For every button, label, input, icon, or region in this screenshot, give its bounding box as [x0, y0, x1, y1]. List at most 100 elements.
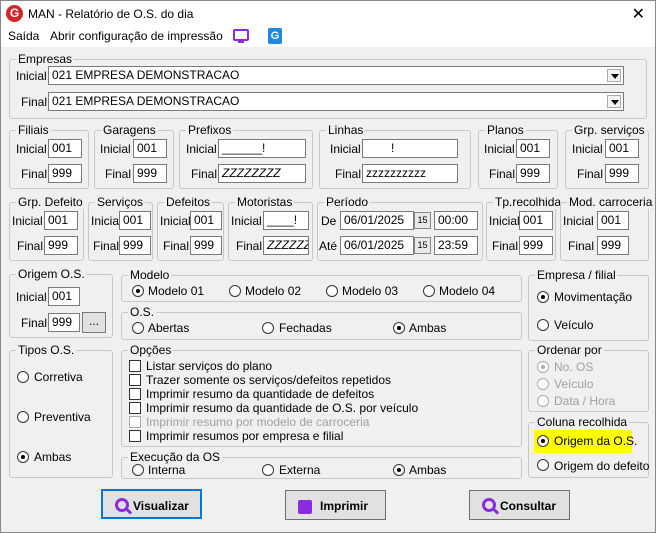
defeitos-final-input[interactable]: 999: [190, 236, 222, 255]
monitor-icon[interactable]: [233, 29, 249, 43]
tp-recolhida-final-input[interactable]: 999: [519, 236, 553, 255]
globus-icon[interactable]: G: [268, 28, 282, 44]
tipos-os-corretiva-label[interactable]: Corretiva: [34, 370, 83, 384]
servicos-legend: Serviços: [95, 195, 146, 209]
empresa-filial-movimentacao-label[interactable]: Movimentação: [554, 290, 632, 304]
grp-defeito-final-label: Final: [17, 239, 44, 253]
grp-servicos-final-input[interactable]: 999: [605, 164, 639, 183]
origem-os-final-input[interactable]: 999: [48, 313, 80, 332]
coluna-origem-os-label[interactable]: Origem da O.S.: [554, 434, 637, 448]
opcao-listar-servicos-label[interactable]: Listar serviços do plano: [146, 359, 272, 373]
empresa-final-combo[interactable]: 021 EMPRESA DEMONSTRACAO: [48, 92, 624, 111]
coluna-recolhida-legend: Coluna recolhida: [535, 415, 630, 429]
grp-defeito-final-input[interactable]: 999: [44, 236, 78, 255]
modelo-01-radio[interactable]: [132, 285, 144, 297]
os-fechadas-radio[interactable]: [262, 322, 274, 334]
execucao-ambas-label[interactable]: Ambas: [409, 463, 446, 477]
prefixos-inicial-input[interactable]: ______!: [218, 139, 306, 158]
modelo-02-label[interactable]: Modelo 02: [245, 284, 301, 298]
modelo-03-radio[interactable]: [326, 285, 338, 297]
empresa-filial-movimentacao-radio[interactable]: [537, 291, 549, 303]
os-abertas-label[interactable]: Abertas: [148, 321, 189, 335]
planos-final-input[interactable]: 999: [516, 164, 550, 183]
printer-icon: [298, 500, 312, 514]
garagens-final-input[interactable]: 999: [133, 164, 167, 183]
execucao-externa-radio[interactable]: [262, 464, 274, 476]
periodo-ate-time-input[interactable]: 23:59: [434, 236, 478, 255]
coluna-origem-defeito-label[interactable]: Origem do defeito: [554, 459, 649, 473]
close-icon[interactable]: ✕: [632, 4, 645, 24]
periodo-de-date-input[interactable]: 06/01/2025: [340, 211, 414, 230]
origem-os-inicial-input[interactable]: 001: [48, 287, 80, 306]
modelo-03-label[interactable]: Modelo 03: [342, 284, 398, 298]
coluna-origem-os-radio[interactable]: [537, 435, 549, 447]
filiais-inicial-input[interactable]: 001: [48, 139, 82, 158]
imprimir-button[interactable]: Imprimir: [285, 490, 386, 520]
execucao-interna-radio[interactable]: [132, 464, 144, 476]
modelo-04-radio[interactable]: [423, 285, 435, 297]
execucao-ambas-radio[interactable]: [393, 464, 405, 476]
tipos-os-ambas-label[interactable]: Ambas: [34, 450, 71, 464]
execucao-externa-label[interactable]: Externa: [279, 463, 320, 477]
calendar-icon[interactable]: 15: [414, 212, 431, 229]
grp-servicos-final-label: Final: [577, 167, 604, 181]
empresa-filial-veiculo-label[interactable]: Veículo: [554, 318, 593, 332]
prefixos-final-input[interactable]: ZZZZZZZZ: [218, 164, 306, 183]
servicos-inicial-input[interactable]: 001: [119, 211, 151, 230]
opcao-resumo-empresa-filial-checkbox[interactable]: [129, 430, 141, 442]
tp-recolhida-inicial-input[interactable]: 001: [519, 211, 553, 230]
opcao-resumo-os-veiculo-checkbox[interactable]: [129, 402, 141, 414]
motoristas-final-input[interactable]: ZZZZZZ: [263, 236, 309, 255]
grp-defeito-inicial-input[interactable]: 001: [44, 211, 78, 230]
servicos-final-label: Final: [93, 239, 120, 253]
filiais-inicial-label: Inicial: [16, 142, 47, 156]
chevron-down-icon[interactable]: [607, 69, 621, 82]
servicos-final-input[interactable]: 999: [119, 236, 151, 255]
modelo-group: Modelo Modelo 01 Modelo 02 Modelo 03 Mod…: [121, 268, 522, 302]
visualizar-button[interactable]: Visualizar: [101, 489, 202, 519]
filiais-final-input[interactable]: 999: [48, 164, 82, 183]
origem-os-lookup-button[interactable]: ...: [82, 312, 106, 333]
ordenar-no-os-label: No. OS: [554, 360, 594, 374]
tipos-os-corretiva-radio[interactable]: [17, 371, 29, 383]
chevron-down-icon[interactable]: [607, 95, 621, 108]
planos-inicial-input[interactable]: 001: [516, 139, 550, 158]
os-fechadas-label[interactable]: Fechadas: [279, 321, 332, 335]
os-ambas-label[interactable]: Ambas: [409, 321, 446, 335]
linhas-inicial-input[interactable]: !: [362, 139, 458, 158]
periodo-de-time-input[interactable]: 00:00: [434, 211, 478, 230]
empresa-filial-veiculo-radio[interactable]: [537, 319, 549, 331]
grp-defeito-group: Grp. Defeito Inicial 001 Final 999: [9, 195, 85, 261]
consultar-button[interactable]: Consultar: [469, 490, 570, 520]
opcao-resumo-defeitos-checkbox[interactable]: [129, 388, 141, 400]
opcao-resumo-os-veiculo-label[interactable]: Imprimir resumo da quantidade de O.S. po…: [146, 401, 418, 415]
motoristas-inicial-input[interactable]: ____!: [263, 211, 309, 230]
empresa-inicial-combo[interactable]: 021 EMPRESA DEMONSTRACAO: [48, 66, 624, 85]
periodo-ate-date-input[interactable]: 06/01/2025: [340, 236, 414, 255]
modelo-02-radio[interactable]: [229, 285, 241, 297]
opcao-resumo-defeitos-label[interactable]: Imprimir resumo da quantidade de defeito…: [146, 387, 374, 401]
opcao-resumo-empresa-filial-label[interactable]: Imprimir resumos por empresa e filial: [146, 429, 343, 443]
prefixos-legend: Prefixos: [186, 123, 234, 137]
opcao-trazer-repetidos-label[interactable]: Trazer somente os serviços/defeitos repe…: [146, 373, 391, 387]
grp-servicos-inicial-input[interactable]: 001: [605, 139, 639, 158]
os-abertas-radio[interactable]: [132, 322, 144, 334]
menu-saida[interactable]: Saída: [8, 29, 39, 43]
tipos-os-preventiva-label[interactable]: Preventiva: [34, 410, 91, 424]
tipos-os-preventiva-radio[interactable]: [17, 411, 29, 423]
menu-abrir-config[interactable]: Abrir configuração de impressão: [50, 29, 223, 43]
mod-carroceria-inicial-input[interactable]: 001: [597, 211, 629, 230]
linhas-final-input[interactable]: zzzzzzzzzz: [362, 164, 458, 183]
execucao-interna-label[interactable]: Interna: [148, 463, 185, 477]
modelo-04-label[interactable]: Modelo 04: [439, 284, 495, 298]
opcao-listar-servicos-checkbox[interactable]: [129, 360, 141, 372]
opcao-trazer-repetidos-checkbox[interactable]: [129, 374, 141, 386]
calendar-icon[interactable]: 15: [414, 237, 431, 254]
defeitos-inicial-input[interactable]: 001: [190, 211, 222, 230]
mod-carroceria-final-input[interactable]: 999: [597, 236, 629, 255]
coluna-origem-defeito-radio[interactable]: [537, 459, 549, 471]
garagens-inicial-input[interactable]: 001: [133, 139, 167, 158]
tipos-os-ambas-radio[interactable]: [17, 451, 29, 463]
modelo-01-label[interactable]: Modelo 01: [148, 284, 204, 298]
os-ambas-radio[interactable]: [393, 322, 405, 334]
